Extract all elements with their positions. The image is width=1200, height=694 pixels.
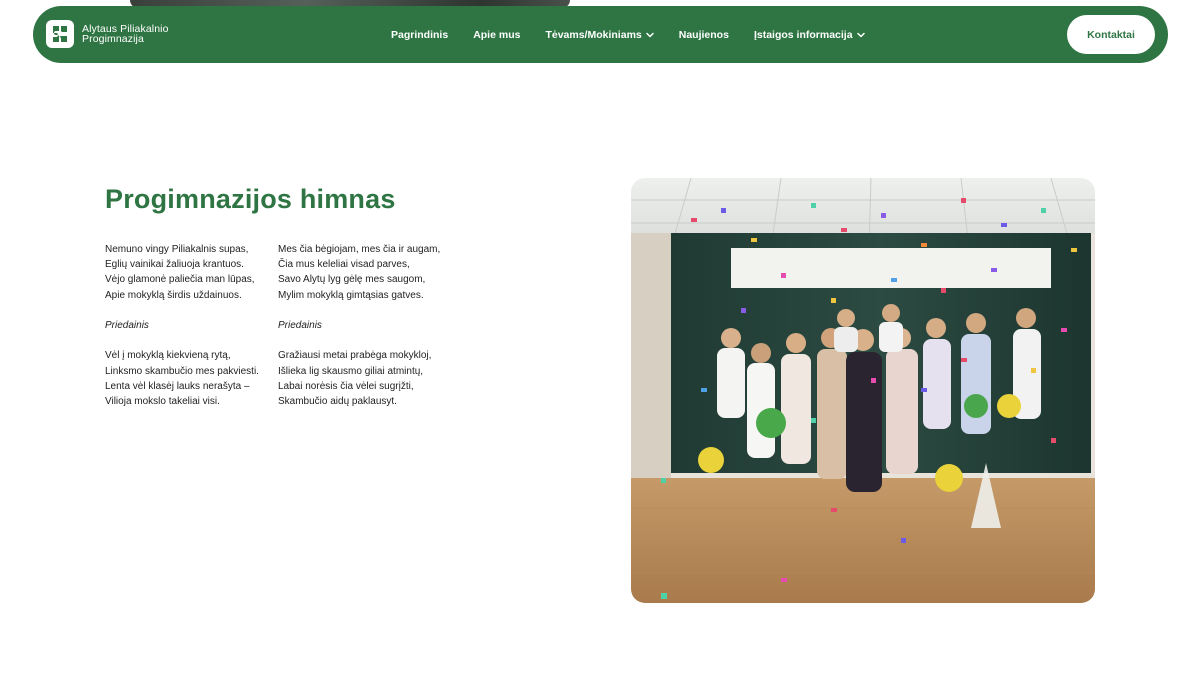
nav-item-naujienos[interactable]: Naujienos (679, 29, 729, 41)
lyric-line: Apie mokyklą širdis uždainuos. (105, 289, 242, 301)
lyric-line: Eglių vainikai žaliuoja krantuos. (105, 259, 244, 271)
lyric-line: Mes čia bėgiojam, mes čia ir augam, (278, 244, 441, 255)
lyric-line: Labai norėsis čia vėlei sugrįžti, (278, 380, 414, 392)
nav-item-tevams-mokiniams[interactable]: Tėvams/Mokiniams (545, 28, 654, 41)
nav-item-label: Tėvams/Mokiniams (545, 28, 642, 41)
nav-item-pagrindinis[interactable]: Pagrindinis (391, 29, 448, 41)
brand-name-line2: Progimnazija (82, 33, 144, 45)
nav-item-label: Įstaigos informacija (753, 28, 853, 41)
lyric-line: Linksmo skambučio mes pakviesti. (105, 365, 259, 377)
nav-item-label: Naujienos (678, 28, 729, 41)
main-navbar: Alytaus Piliakalnio Progimnazija Pagrind… (33, 6, 1168, 63)
verse-spacer (105, 303, 273, 318)
nav-links: Pagrindinis Apie mus Tėvams/Mokiniams Na… (391, 6, 890, 63)
verse-spacer (105, 333, 273, 348)
brand-link[interactable]: Alytaus Piliakalnio Progimnazija (46, 20, 169, 48)
students-celebration-photo (631, 178, 1095, 603)
chevron-down-icon (646, 32, 654, 37)
lyric-line: Nemuno vingy Piliakalnis supas, (105, 244, 249, 255)
photo-illustration (631, 178, 1095, 603)
lyric-line: Savo Alytų lyg gėlę mes saugom, (278, 274, 426, 286)
anthem-column-2: Mes čia bėgiojam, mes čia ir augam, Čia … (278, 242, 458, 409)
school-logo-icon (46, 20, 74, 48)
nav-item-istaigos-informacija[interactable]: Įstaigos informacija (754, 29, 865, 41)
lyric-line: Vėl į mokyklą kiekvieną rytą, (105, 350, 231, 362)
lyric-line: Vėjo glamonė paliečia man lūpas, (105, 274, 255, 286)
verse-spacer (278, 333, 458, 348)
lyric-line: Lenta vėl klasėj lauks nerašyta – (105, 380, 250, 392)
lyric-line: Gražiausi metai prabėga mokykloj, (278, 350, 432, 362)
verse-spacer (278, 303, 458, 318)
refrain-label: Priedainis (278, 320, 322, 331)
nav-item-label: Pagrindinis (391, 28, 449, 41)
chevron-down-icon (856, 32, 865, 37)
page-title: Progimnazijos himnas (105, 184, 396, 214)
lyric-line: Čia mus keleliai visad parves, (278, 259, 410, 271)
contacts-button[interactable]: Kontaktai (1067, 15, 1155, 54)
lyric-line: Mylim mokyklą gimtąsias gatves. (278, 289, 424, 301)
lyric-line: Vilioja mokslo takeliai visi. (105, 396, 220, 407)
lyric-line: Skambučio aidų paklausyt. (278, 396, 397, 407)
anthem-column-1: Nemuno vingy Piliakalnis supas, Eglių va… (105, 242, 273, 409)
nav-item-label: Apie mus (473, 28, 521, 41)
refrain-label: Priedainis (105, 320, 149, 331)
brand-name: Alytaus Piliakalnio Progimnazija (82, 24, 169, 45)
nav-item-apie-mus[interactable]: Apie mus (473, 29, 520, 41)
lyric-line: Išlieka lig skausmo giliai atmintų, (278, 365, 424, 377)
